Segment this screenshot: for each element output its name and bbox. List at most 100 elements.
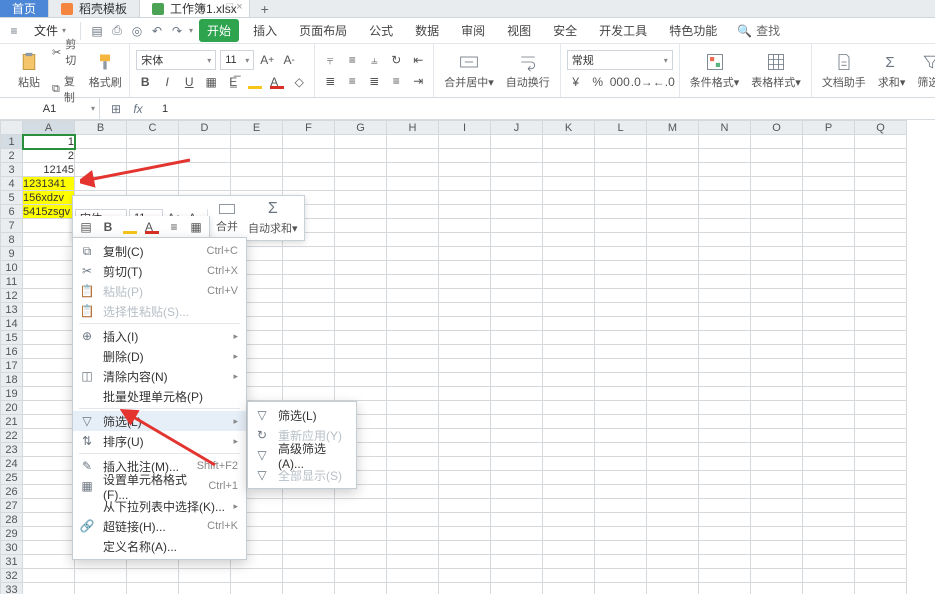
cell-I19[interactable] [439,387,491,401]
cell-M4[interactable] [647,177,699,191]
cell-N24[interactable] [699,457,751,471]
cell-Q16[interactable] [855,345,907,359]
cell-M21[interactable] [647,415,699,429]
font-color-icon[interactable]: A [268,73,286,91]
row-header-6[interactable]: 6 [1,205,23,219]
cell-A17[interactable] [23,359,75,373]
cell-J21[interactable] [491,415,543,429]
cell-I13[interactable] [439,303,491,317]
cell-M32[interactable] [647,569,699,583]
cell-H1[interactable] [387,135,439,149]
cell-N19[interactable] [699,387,751,401]
cell-D4[interactable] [179,177,231,191]
menu-tab-start[interactable]: 开始 [199,19,239,42]
cell-P29[interactable] [803,527,855,541]
app-menu-icon[interactable]: ≡ [6,23,22,39]
cell-K23[interactable] [543,443,595,457]
cell-A14[interactable] [23,317,75,331]
cell-P14[interactable] [803,317,855,331]
cell-L20[interactable] [595,401,647,415]
cell-A2[interactable]: 2 [23,149,75,163]
cell-F9[interactable] [283,247,335,261]
cell-K27[interactable] [543,499,595,513]
mini-fontcolor-icon[interactable]: A [143,218,161,236]
cell-M27[interactable] [647,499,699,513]
cell-A20[interactable] [23,401,75,415]
cell-M12[interactable] [647,289,699,303]
cell-F17[interactable] [283,359,335,373]
cell-I15[interactable] [439,331,491,345]
cell-L32[interactable] [595,569,647,583]
cell-K21[interactable] [543,415,595,429]
cell-I5[interactable] [439,191,491,205]
cell-H9[interactable] [387,247,439,261]
cell-M10[interactable] [647,261,699,275]
cell-H11[interactable] [387,275,439,289]
cell-I25[interactable] [439,471,491,485]
cell-M22[interactable] [647,429,699,443]
cell-O15[interactable] [751,331,803,345]
cell-O25[interactable] [751,471,803,485]
cell-L30[interactable] [595,541,647,555]
tab-float-close-icon[interactable]: □ × [227,1,243,13]
cell-I4[interactable] [439,177,491,191]
cell-G18[interactable] [335,373,387,387]
cell-I27[interactable] [439,499,491,513]
cell-H20[interactable] [387,401,439,415]
cell-B2[interactable] [75,149,127,163]
cell-J11[interactable] [491,275,543,289]
indent-inc-icon[interactable]: ⇥ [409,72,427,90]
search-box[interactable]: 🔍 查找 [731,20,786,41]
cell-P33[interactable] [803,583,855,594]
cell-K19[interactable] [543,387,595,401]
cell-N8[interactable] [699,233,751,247]
cell-Q33[interactable] [855,583,907,594]
cell-I16[interactable] [439,345,491,359]
cell-P6[interactable] [803,205,855,219]
cell-F12[interactable] [283,289,335,303]
cell-Q13[interactable] [855,303,907,317]
cell-M30[interactable] [647,541,699,555]
cell-K32[interactable] [543,569,595,583]
cell-H27[interactable] [387,499,439,513]
decrease-font-icon[interactable]: A- [280,51,298,69]
cell-L21[interactable] [595,415,647,429]
undo-icon[interactable]: ↶ [149,23,165,39]
cell-N3[interactable] [699,163,751,177]
row-header-24[interactable]: 24 [1,457,23,471]
underline-icon[interactable]: U [180,73,198,91]
transform-icon[interactable]: ◇ [290,73,308,91]
cell-J20[interactable] [491,401,543,415]
cell-K8[interactable] [543,233,595,247]
cell-J13[interactable] [491,303,543,317]
cell-G5[interactable] [335,191,387,205]
cell-J8[interactable] [491,233,543,247]
fill-color-icon[interactable] [246,73,264,91]
menu-tab-review[interactable]: 审阅 [453,19,493,42]
cell-G4[interactable] [335,177,387,191]
cell-O32[interactable] [751,569,803,583]
cell-Q8[interactable] [855,233,907,247]
row-header-33[interactable]: 33 [1,583,23,594]
row-header-25[interactable]: 25 [1,471,23,485]
cell-F29[interactable] [283,527,335,541]
cell-K24[interactable] [543,457,595,471]
cell-H14[interactable] [387,317,439,331]
cell-C32[interactable] [127,569,179,583]
cell-P7[interactable] [803,219,855,233]
cell-N31[interactable] [699,555,751,569]
cell-K17[interactable] [543,359,595,373]
font-select[interactable]: 宋体▾ [136,50,216,70]
mini-fill-icon[interactable] [121,218,139,236]
cell-H32[interactable] [387,569,439,583]
align-bottom-icon[interactable]: ⫨ [365,51,383,69]
cell-E4[interactable] [231,177,283,191]
cell-Q7[interactable] [855,219,907,233]
cell-K14[interactable] [543,317,595,331]
row-header-8[interactable]: 8 [1,233,23,247]
cell-D3[interactable] [179,163,231,177]
cell-P10[interactable] [803,261,855,275]
cell-J15[interactable] [491,331,543,345]
cell-G14[interactable] [335,317,387,331]
cell-A16[interactable] [23,345,75,359]
